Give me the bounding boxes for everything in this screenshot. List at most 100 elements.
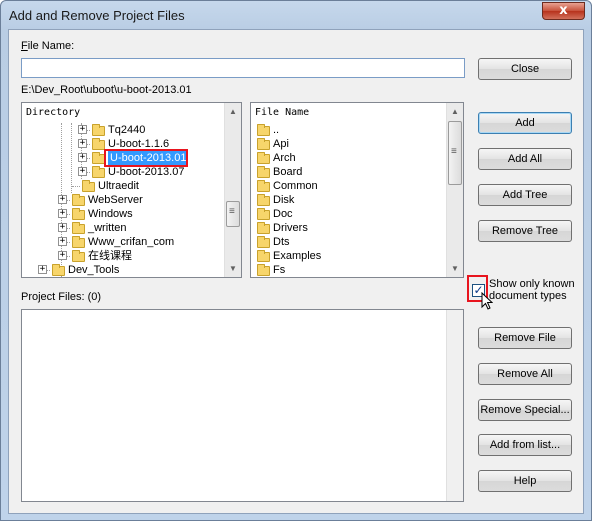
scroll-up-arrow[interactable]: ▲ xyxy=(225,103,241,120)
add-all-button[interactable]: Add All xyxy=(478,148,572,170)
file-list-item[interactable]: Examples xyxy=(251,249,447,263)
expand-plus-icon[interactable]: + xyxy=(78,153,87,162)
directory-item-label: Dev_Tools xyxy=(68,264,120,276)
directory-scrollbar[interactable]: ▲ ≡ ▼ xyxy=(224,103,241,277)
folder-icon xyxy=(257,152,270,164)
file-item-label: Examples xyxy=(273,250,322,262)
file-list-item[interactable]: Board xyxy=(251,165,447,179)
expand-plus-icon[interactable]: + xyxy=(78,139,87,148)
current-path: E:\Dev_Root\uboot\u-boot-2013.01 xyxy=(21,84,192,96)
remove-file-button[interactable]: Remove File xyxy=(478,327,572,349)
expand-plus-icon[interactable]: + xyxy=(58,251,67,260)
file-list-header: File Name xyxy=(255,107,310,118)
tree-connector xyxy=(72,186,80,187)
file-item-label: Arch xyxy=(273,152,296,164)
directory-tree-item[interactable]: + U-boot-2013.07 xyxy=(22,165,225,179)
scroll-up-arrow[interactable]: ▲ xyxy=(447,103,463,120)
file-item-label: Doc xyxy=(273,208,293,220)
folder-icon xyxy=(72,236,85,248)
directory-item-label: WebServer xyxy=(88,194,143,206)
directory-item-label: Ultraedit xyxy=(98,180,139,192)
scroll-down-arrow[interactable]: ▼ xyxy=(447,260,463,277)
expand-plus-icon[interactable]: + xyxy=(58,209,67,218)
remove-all-button[interactable]: Remove All xyxy=(478,363,572,385)
file-list-scrollbar[interactable]: ▲ ≡ ▼ xyxy=(446,103,463,277)
directory-tree-item[interactable]: + _written xyxy=(22,221,225,235)
mouse-cursor-icon xyxy=(481,292,493,310)
directory-tree-item[interactable]: + WebServer xyxy=(22,193,225,207)
directory-tree-item[interactable]: + Www_crifan_com xyxy=(22,235,225,249)
folder-icon xyxy=(52,264,65,276)
expand-plus-icon[interactable]: + xyxy=(58,237,67,246)
file-item-label: Board xyxy=(273,166,303,178)
file-item-label: Fs xyxy=(273,264,286,276)
help-button[interactable]: Help xyxy=(478,470,572,492)
folder-icon xyxy=(257,222,270,234)
file-list-item[interactable]: Common xyxy=(251,179,447,193)
file-list-pane[interactable]: File Name .. Api Arch Board Common Disk Doc Dri… xyxy=(250,102,464,278)
add-remove-project-files-dialog: Add and Remove Project Files x File Name… xyxy=(0,0,592,521)
file-item-label: Api xyxy=(273,138,289,150)
folder-icon xyxy=(257,138,270,150)
folder-icon xyxy=(257,194,270,206)
add-button[interactable]: Add xyxy=(478,112,572,134)
project-files-scrollbar[interactable] xyxy=(446,310,463,501)
file-item-label: .. xyxy=(273,124,280,136)
directory-item-label: U-boot-2013.07 xyxy=(108,166,185,178)
expand-plus-icon[interactable]: + xyxy=(38,265,47,274)
file-list-item[interactable]: Fs xyxy=(251,263,447,277)
show-known-types-label: Show only known document types xyxy=(489,278,575,302)
directory-tree-item[interactable]: + Dev_Tools xyxy=(22,263,225,277)
project-files-label: Project Files: (0) xyxy=(21,291,102,303)
file-list-item[interactable]: Disk xyxy=(251,193,447,207)
dialog-client-area: File Name: Close E:\Dev_Root\uboot\u-boo… xyxy=(8,29,584,514)
folder-icon xyxy=(257,236,270,248)
window-close-button[interactable]: x xyxy=(542,2,585,20)
file-list-item[interactable]: Doc xyxy=(251,207,447,221)
file-list-item[interactable]: Arch xyxy=(251,151,447,165)
expand-plus-icon[interactable]: + xyxy=(78,125,87,134)
file-list-item[interactable]: Dts xyxy=(251,235,447,249)
folder-icon xyxy=(257,264,270,276)
folder-icon xyxy=(257,166,270,178)
directory-item-label: Tq2440 xyxy=(108,124,146,136)
folder-icon xyxy=(257,208,270,220)
expand-plus-icon[interactable]: + xyxy=(58,195,67,204)
directory-tree-item[interactable]: + 在线课程 xyxy=(22,249,225,263)
directory-tree-item[interactable]: + Tq2440 xyxy=(22,123,225,137)
folder-icon xyxy=(92,166,105,178)
project-files-list[interactable] xyxy=(21,309,464,502)
file-list-item[interactable]: Api xyxy=(251,137,447,151)
folder-icon xyxy=(72,222,85,234)
directory-item-label: Www_crifan_com xyxy=(88,236,175,248)
directory-header: Directory xyxy=(26,107,81,118)
parent-folder-icon xyxy=(257,124,270,136)
folder-icon xyxy=(257,180,270,192)
scroll-thumb[interactable]: ≡ xyxy=(226,201,240,227)
directory-tree-item[interactable]: Ultraedit xyxy=(22,179,225,193)
scroll-down-arrow[interactable]: ▼ xyxy=(225,260,241,277)
folder-icon xyxy=(257,250,270,262)
file-list-item[interactable]: .. xyxy=(251,123,447,137)
file-name-input[interactable] xyxy=(21,58,465,78)
close-button[interactable]: Close xyxy=(478,58,572,80)
scroll-thumb[interactable]: ≡ xyxy=(448,121,462,185)
file-item-label: Drivers xyxy=(273,222,308,234)
expand-plus-icon[interactable]: + xyxy=(78,167,87,176)
title-bar: Add and Remove Project Files x xyxy=(1,1,591,29)
remove-special-button[interactable]: Remove Special... xyxy=(478,399,572,421)
file-item-label: Dts xyxy=(273,236,290,248)
directory-tree-item[interactable]: + Windows xyxy=(22,207,225,221)
folder-icon xyxy=(92,124,105,136)
directory-item-label: Windows xyxy=(88,208,133,220)
remove-tree-button[interactable]: Remove Tree xyxy=(478,220,572,242)
folder-icon xyxy=(72,194,85,206)
directory-item-label: 在线课程 xyxy=(88,250,132,262)
add-tree-button[interactable]: Add Tree xyxy=(478,184,572,206)
expand-plus-icon[interactable]: + xyxy=(58,223,67,232)
directory-pane[interactable]: Directory + Tq2440 + U-boot-1.1.6 + U-boot-20… xyxy=(21,102,242,278)
file-list-item[interactable]: Drivers xyxy=(251,221,447,235)
folder-icon xyxy=(82,180,95,192)
add-from-list-button[interactable]: Add from list... xyxy=(478,434,572,456)
directory-tree-item[interactable]: + U-boot-2013.01 xyxy=(22,149,225,167)
